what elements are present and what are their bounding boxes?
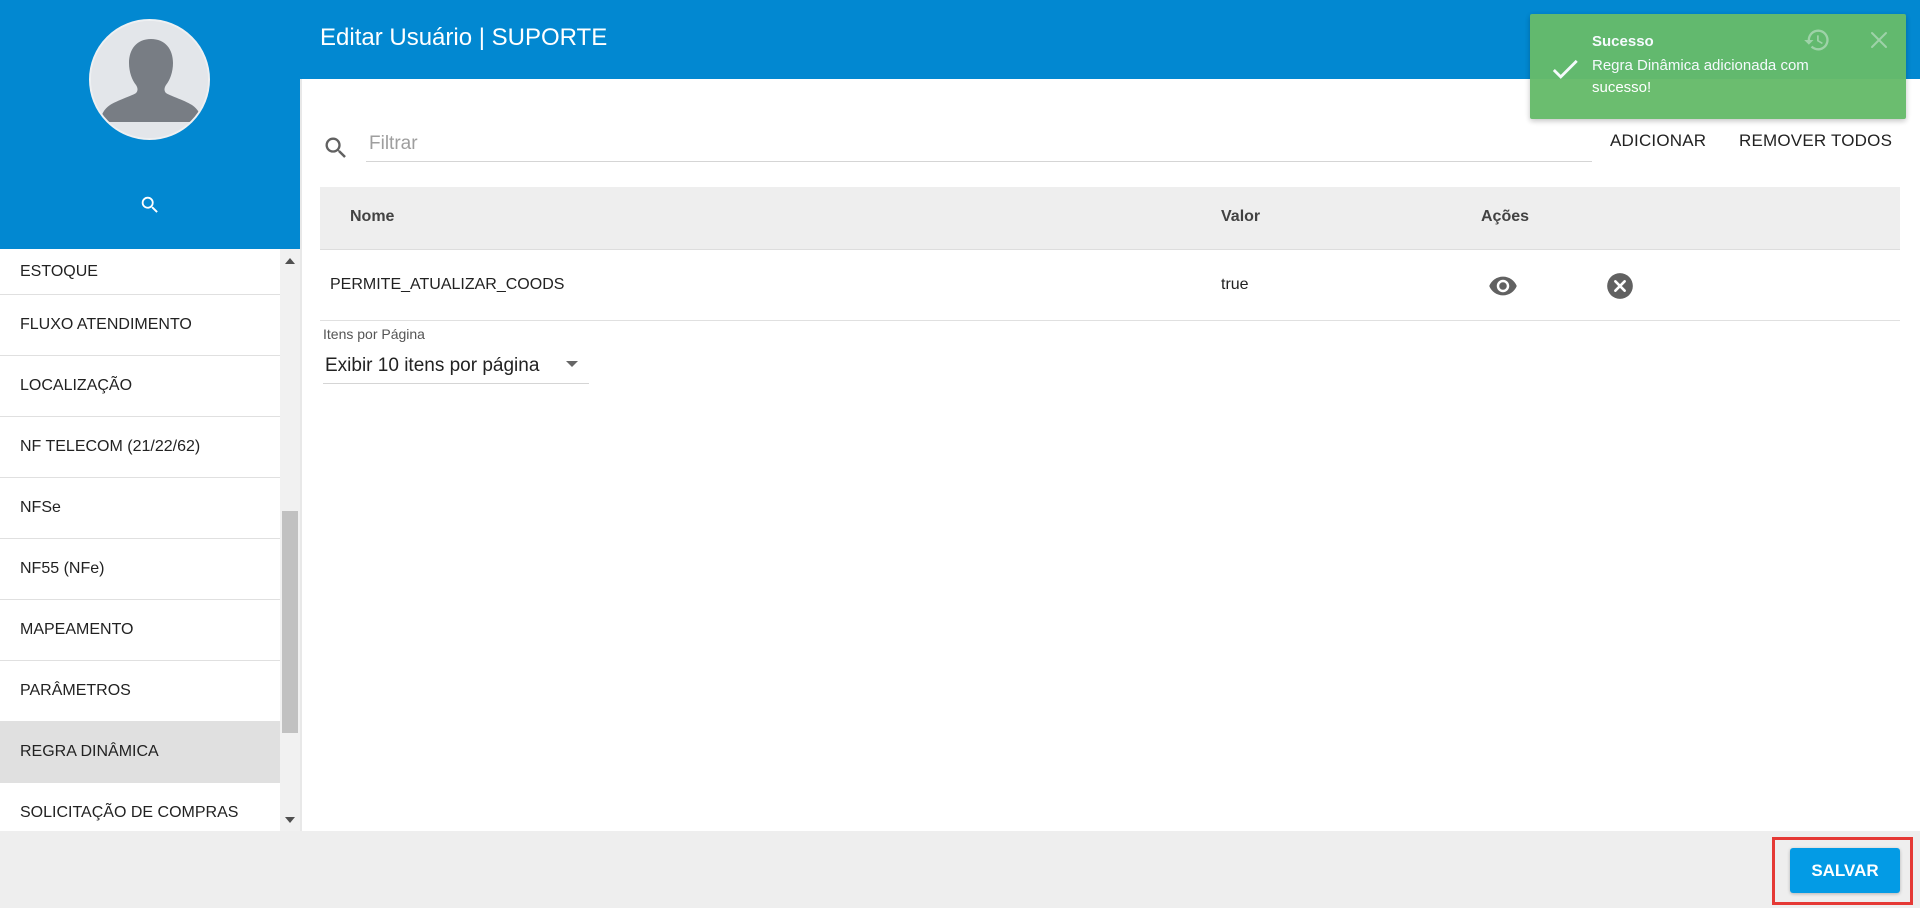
scrollbar-thumb[interactable] [282,511,298,733]
avatar [89,19,210,140]
search-icon [322,134,350,162]
save-button[interactable]: SALVAR [1790,848,1900,893]
items-per-page-value: Exibir 10 itens por página [325,355,540,376]
sidebar-item-label: REGRA DINÂMICA [20,743,159,760]
sidebar-item-label: NF TELECOM (21/22/62) [20,438,201,455]
column-header-acoes: Ações [1481,208,1530,225]
sidebar-item-regra-dinamica[interactable]: REGRA DINÂMICA [0,722,280,783]
sidebar-item-estoque[interactable]: ESTOQUE [0,249,280,295]
close-icon[interactable] [1867,28,1891,52]
table-row: PERMITE_ATUALIZAR_COODS true [320,251,1900,321]
column-header-nome[interactable]: Nome [350,208,394,226]
sidebar-item-fluxo-atendimento[interactable]: FLUXO ATENDIMENTO [0,295,280,356]
add-button[interactable]: ADICIONAR [1610,131,1706,151]
sidebar-item-label: FLUXO ATENDIMENTO [20,316,192,333]
sidebar-item-label: PARÂMETROS [20,682,131,699]
sidebar-divider [300,79,302,831]
sidebar-item-label: NF55 (NFe) [20,560,105,577]
toast-title: Sucesso [1592,33,1654,50]
sidebar-item-label: SOLICITAÇÃO DE COMPRAS [20,804,239,821]
sidebar-item-nf55[interactable]: NF55 (NFe) [0,539,280,600]
items-per-page-select[interactable]: Exibir 10 itens por página [323,349,589,384]
items-per-page-label: Itens por Página [323,326,425,342]
check-icon [1548,52,1582,86]
page-title: Editar Usuário | SUPORTE [320,24,608,51]
toast-message: Regra Dinâmica adicionada com sucesso! [1592,57,1809,96]
sidebar-item-label: NFSe [20,499,61,516]
remove-circle-icon[interactable] [1605,271,1635,301]
column-header-valor[interactable]: Valor [1221,208,1260,226]
scroll-up-icon[interactable] [285,256,295,266]
cell-valor: true [1221,276,1249,293]
sidebar: ESTOQUE FLUXO ATENDIMENTO LOCALIZAÇÃO NF… [0,0,300,831]
sidebar-item-mapeamento[interactable]: MAPEAMENTO [0,600,280,661]
cell-nome: PERMITE_ATUALIZAR_COODS [330,276,565,293]
remove-all-button[interactable]: REMOVER TODOS [1739,131,1892,151]
sidebar-search-icon[interactable] [136,191,164,219]
sidebar-item-solicitacao-compras[interactable]: SOLICITAÇÃO DE COMPRAS [0,783,280,831]
sidebar-scrollbar[interactable] [280,249,300,831]
sidebar-item-label: LOCALIZAÇÃO [20,377,133,394]
footer-bar [0,831,1920,908]
sidebar-item-parametros[interactable]: PARÂMETROS [0,661,280,722]
sidebar-item-label: MAPEAMENTO [20,621,134,638]
filter-input[interactable] [366,126,1592,162]
sidebar-menu: ESTOQUE FLUXO ATENDIMENTO LOCALIZAÇÃO NF… [0,249,280,831]
chevron-down-icon [566,361,578,367]
sidebar-item-label: ESTOQUE [20,262,98,280]
view-eye-icon[interactable] [1488,271,1518,301]
success-toast: Sucesso Regra Dinâmica adicionada com su… [1530,14,1906,119]
history-icon[interactable] [1803,26,1831,54]
sidebar-header [0,0,300,249]
sidebar-item-nfse[interactable]: NFSe [0,478,280,539]
scroll-down-icon[interactable] [285,815,295,825]
sidebar-item-nf-telecom[interactable]: NF TELECOM (21/22/62) [0,417,280,478]
table-header: Nome Valor Ações [320,187,1900,250]
sidebar-item-localizacao[interactable]: LOCALIZAÇÃO [0,356,280,417]
